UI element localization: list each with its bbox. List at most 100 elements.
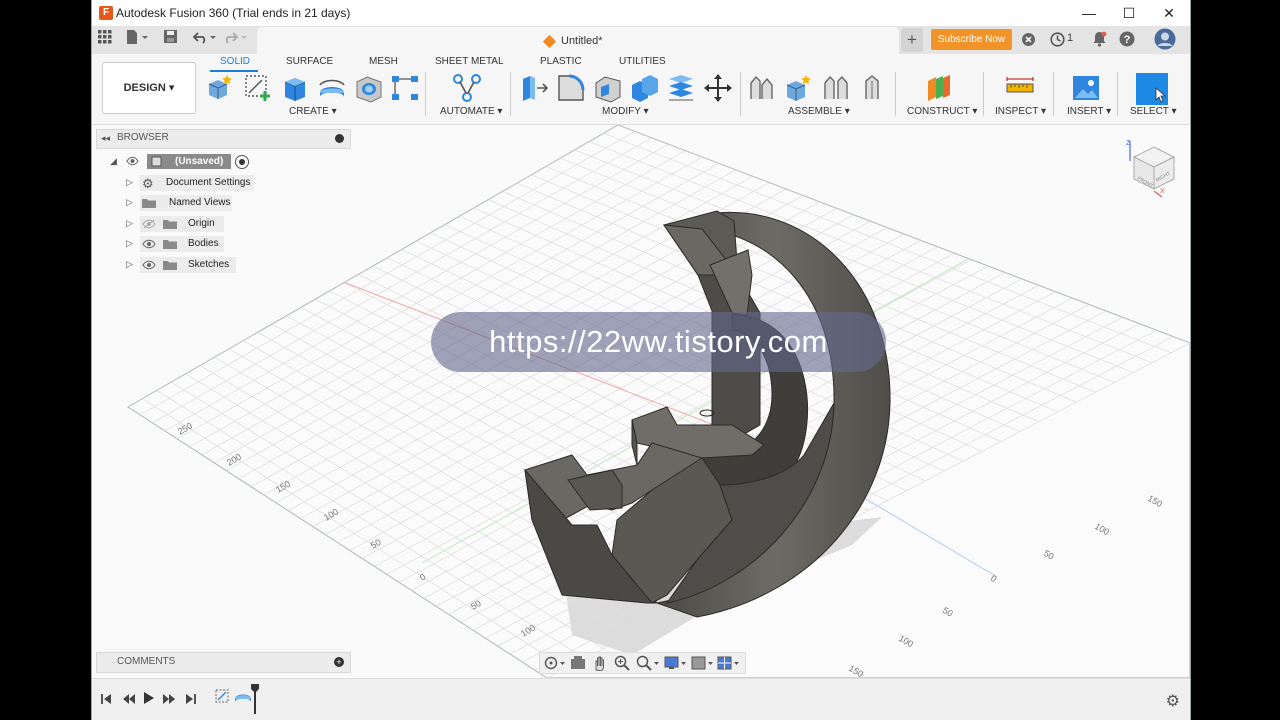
- comments-label: COMMENTS: [117, 656, 176, 667]
- tab-plastic[interactable]: PLASTIC: [540, 56, 582, 67]
- create-sketch-icon[interactable]: [243, 73, 273, 103]
- browser-options-icon[interactable]: [335, 134, 344, 143]
- browser-root-node[interactable]: ◢ (Unsaved): [110, 154, 270, 170]
- browser-header[interactable]: ◂◂ BROWSER: [96, 129, 351, 149]
- inspect-group-label[interactable]: INSPECT ▾: [995, 106, 1046, 117]
- folder-icon: [163, 260, 177, 273]
- tab-utilities[interactable]: UTILITIES: [619, 56, 666, 67]
- play-icon[interactable]: [143, 691, 155, 710]
- browser-item-origin[interactable]: ▷ Origin: [126, 216, 256, 232]
- new-component-assemble-icon[interactable]: [748, 73, 778, 103]
- timeline-sketch-feature-icon[interactable]: [214, 688, 232, 711]
- revolve-icon[interactable]: [317, 73, 347, 103]
- view-cube: FRONT RIGHT Z X: [1126, 140, 1176, 198]
- visibility-eye-icon[interactable]: [142, 260, 156, 273]
- browser-title: BROWSER: [117, 132, 169, 143]
- orbit-icon[interactable]: [544, 655, 566, 676]
- modify-group-label[interactable]: MODIFY ▾: [602, 106, 649, 117]
- expand-triangle-icon[interactable]: ▷: [126, 259, 133, 270]
- offset-faces-icon[interactable]: [666, 73, 696, 103]
- collapse-triangle-icon[interactable]: ◢: [110, 156, 117, 167]
- add-comment-icon[interactable]: +: [334, 657, 344, 667]
- combine-icon[interactable]: [630, 73, 660, 103]
- redo-icon[interactable]: [224, 30, 248, 47]
- shell-icon[interactable]: [593, 73, 623, 103]
- previous-step-icon[interactable]: [122, 692, 136, 710]
- assemble-component-icon[interactable]: [784, 73, 814, 103]
- look-at-icon[interactable]: [570, 655, 586, 676]
- select-tool-icon[interactable]: [1136, 73, 1168, 105]
- hidden-eye-icon[interactable]: [142, 219, 156, 232]
- subscribe-now-button[interactable]: Subscribe Now: [931, 29, 1012, 50]
- offset-plane-icon[interactable]: [924, 73, 954, 103]
- browser-item-named-views[interactable]: ▷ Named Views: [126, 195, 256, 211]
- construct-group-label[interactable]: CONSTRUCT ▾: [907, 106, 977, 117]
- new-component-icon[interactable]: [206, 73, 236, 103]
- grid-settings-icon[interactable]: [691, 655, 715, 676]
- tab-mesh[interactable]: MESH: [369, 56, 398, 67]
- measure-icon[interactable]: [1005, 73, 1035, 103]
- viewports-icon[interactable]: [717, 655, 741, 676]
- expand-triangle-icon[interactable]: ▷: [126, 238, 133, 249]
- pan-hand-icon[interactable]: [592, 655, 608, 676]
- notifications-bell-icon[interactable]: [1092, 31, 1107, 52]
- fillet-icon[interactable]: [556, 73, 586, 103]
- select-group-label[interactable]: SELECT ▾: [1130, 106, 1177, 117]
- undo-icon[interactable]: [192, 30, 217, 47]
- expand-triangle-icon[interactable]: ▷: [126, 218, 133, 229]
- canvas-viewport[interactable]: 250 200 150 100 50 0 50 100 150 100 50 0…: [92, 125, 1190, 678]
- create-group-label[interactable]: CREATE ▾: [289, 106, 337, 117]
- zoom-window-icon[interactable]: [636, 655, 660, 676]
- tab-sheet-metal[interactable]: SHEET METAL: [435, 56, 504, 67]
- press-pull-icon[interactable]: [519, 73, 549, 103]
- next-step-icon[interactable]: [162, 692, 176, 710]
- timeline-settings-gear-icon[interactable]: ⚙: [1166, 691, 1180, 711]
- root-node-label: (Unsaved): [175, 156, 224, 167]
- first-step-icon[interactable]: [100, 692, 112, 710]
- timeline-marker[interactable]: [251, 684, 259, 719]
- browser-item-sketches[interactable]: ▷ Sketches: [126, 257, 256, 273]
- hole-icon[interactable]: [354, 73, 384, 103]
- zoom-icon[interactable]: [614, 655, 630, 676]
- assemble-group-label[interactable]: ASSEMBLE ▾: [788, 106, 850, 117]
- active-tab-underline: [210, 70, 258, 72]
- insert-image-icon[interactable]: [1071, 73, 1101, 103]
- file-menu-icon[interactable]: [126, 30, 148, 47]
- timeline-revolve-feature-icon[interactable]: [234, 688, 252, 711]
- as-built-joint-icon[interactable]: [858, 73, 888, 103]
- workspace-design-dropdown[interactable]: DESIGN ▾: [102, 62, 196, 114]
- maximize-button[interactable]: ☐: [1113, 3, 1145, 23]
- browser-item-label: Origin: [188, 218, 215, 229]
- automate-icon[interactable]: [452, 73, 482, 103]
- job-status-icon[interactable]: [1050, 32, 1065, 52]
- app-grid-icon[interactable]: [98, 30, 112, 47]
- minimize-button[interactable]: —: [1073, 3, 1105, 23]
- browser-item-bodies[interactable]: ▷ Bodies: [126, 236, 256, 252]
- move-copy-icon[interactable]: [703, 73, 733, 103]
- new-tab-button[interactable]: +: [901, 28, 923, 52]
- expand-triangle-icon[interactable]: ▷: [126, 197, 133, 208]
- expand-triangle-icon[interactable]: ▷: [126, 177, 133, 188]
- browser-item-document-settings[interactable]: ▷ ⚙ Document Settings: [126, 175, 256, 191]
- collapse-browser-icon[interactable]: ◂◂: [101, 133, 110, 144]
- last-step-icon[interactable]: [185, 692, 197, 710]
- extrude-icon[interactable]: [280, 73, 310, 103]
- help-icon[interactable]: ?: [1119, 31, 1135, 52]
- save-icon[interactable]: [164, 30, 178, 47]
- visibility-eye-icon[interactable]: [142, 239, 156, 252]
- insert-group-label[interactable]: INSERT ▾: [1067, 106, 1111, 117]
- visibility-eye-icon[interactable]: [126, 156, 139, 169]
- close-window-button[interactable]: ✕: [1153, 3, 1185, 23]
- user-avatar[interactable]: [1154, 28, 1176, 55]
- display-settings-icon[interactable]: [664, 655, 688, 676]
- tab-surface[interactable]: SURFACE: [286, 56, 333, 67]
- joint-icon[interactable]: [821, 73, 851, 103]
- comments-panel[interactable]: COMMENTS +: [96, 652, 351, 673]
- fusion-window: F Autodesk Fusion 360 (Trial ends in 21 …: [91, 0, 1191, 720]
- activate-radio-icon[interactable]: [235, 155, 249, 169]
- tab-solid[interactable]: SOLID: [220, 56, 250, 67]
- pattern-icon[interactable]: [390, 73, 420, 103]
- automate-group-label[interactable]: AUTOMATE ▾: [440, 106, 502, 117]
- extensions-icon[interactable]: [1021, 32, 1036, 52]
- document-tab-untitled[interactable]: Untitled* ×: [257, 27, 911, 54]
